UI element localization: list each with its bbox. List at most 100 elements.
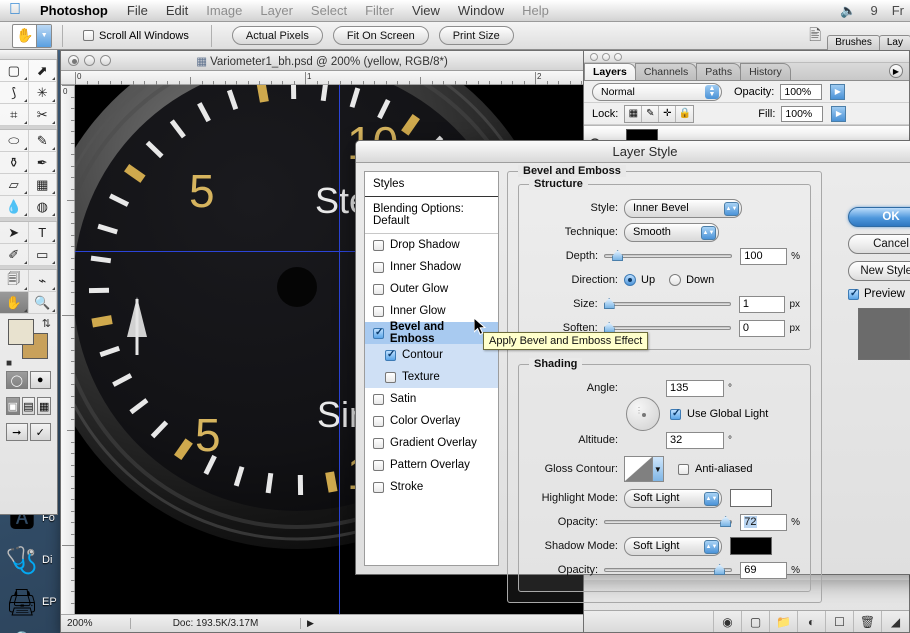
color-overlay-checkbox[interactable] <box>373 416 384 427</box>
rectangular-marquee-tool[interactable]: ▢ <box>0 60 29 82</box>
blur-tool[interactable]: 💧 <box>0 196 29 218</box>
anti-aliased-checkbox[interactable] <box>678 464 689 475</box>
file-browser-icon[interactable]: 🖹 <box>803 26 827 50</box>
direction-down-radio[interactable] <box>669 274 681 286</box>
type-tool[interactable]: T <box>29 222 58 244</box>
healing-brush-tool[interactable]: ⬭ <box>0 130 29 152</box>
preview-option[interactable]: Preview <box>848 288 910 300</box>
style-item-outer-glow[interactable]: Outer Glow <box>365 278 498 300</box>
vertical-ruler[interactable]: 0 <box>61 85 75 614</box>
lock-transparency-icon[interactable]: ▦ <box>625 106 642 122</box>
foreground-color-swatch[interactable] <box>8 319 34 345</box>
history-brush-tool[interactable]: ✒ <box>29 152 58 174</box>
gradient-overlay-checkbox[interactable] <box>373 438 384 449</box>
delete-layer-icon[interactable]: 🗑 <box>853 611 881 632</box>
size-input[interactable]: 1 <box>739 296 786 313</box>
satin-checkbox[interactable] <box>373 394 384 405</box>
swap-colors-icon[interactable]: ⇅ <box>42 317 51 330</box>
minimize-button[interactable] <box>602 53 610 61</box>
stepper-icon[interactable]: ▲▼ <box>704 540 719 554</box>
style-item-color-overlay[interactable]: Color Overlay <box>365 410 498 432</box>
drop-shadow-checkbox[interactable] <box>373 240 384 251</box>
altitude-input[interactable]: 32 <box>666 432 724 449</box>
horizontal-ruler[interactable]: 0 1 2 <box>61 71 583 85</box>
default-colors-icon[interactable]: ■ <box>6 358 12 369</box>
angle-dial[interactable]: ⋮ <box>626 397 660 431</box>
palette-well-tab-brushes[interactable]: Brushes <box>827 35 880 50</box>
status-menu-arrow-icon[interactable]: ▶ <box>301 618 320 629</box>
menu-layer[interactable]: Layer <box>251 3 302 18</box>
gloss-contour-picker[interactable]: ▼ <box>624 456 664 482</box>
direction-up-radio[interactable] <box>624 274 636 286</box>
layer-style-icon[interactable]: ◉ <box>713 611 741 632</box>
palette-well-tab-layers[interactable]: Lay <box>879 35 910 50</box>
eraser-tool[interactable]: ▱ <box>0 174 29 196</box>
lock-image-icon[interactable]: ✎ <box>642 106 659 122</box>
tab-paths[interactable]: Paths <box>696 63 741 80</box>
shadow-color-swatch[interactable] <box>730 537 772 555</box>
stepper-icon[interactable]: ▲▼ <box>705 85 719 99</box>
inner-glow-checkbox[interactable] <box>373 306 384 317</box>
styles-list[interactable]: Styles Blending Options: Default Drop Sh… <box>364 171 499 566</box>
opacity-input[interactable]: 100% <box>780 84 822 100</box>
menu-select[interactable]: Select <box>302 3 356 18</box>
highlight-mode-select[interactable]: Soft Light ▲▼ <box>624 489 722 508</box>
zoom-level-field[interactable]: 200% <box>61 618 131 629</box>
menu-window[interactable]: Window <box>449 3 513 18</box>
menu-view[interactable]: View <box>403 3 449 18</box>
zoom-button[interactable] <box>614 53 622 61</box>
menu-help[interactable]: Help <box>513 3 558 18</box>
technique-select[interactable]: Smooth ▲▼ <box>624 223 719 242</box>
clone-stamp-tool[interactable]: ⚱ <box>0 152 29 174</box>
hand-tool[interactable]: ✋ <box>0 292 29 314</box>
opacity-slider-arrow-icon[interactable]: ▶ <box>830 84 845 100</box>
texture-checkbox[interactable] <box>385 372 396 383</box>
shadow-mode-select[interactable]: Soft Light ▲▼ <box>624 537 722 556</box>
magic-wand-tool[interactable]: ✳ <box>29 82 58 104</box>
angle-input[interactable]: 135 <box>666 380 724 397</box>
new-group-icon[interactable]: 📁 <box>769 611 797 632</box>
bevel-and-emboss-checkbox[interactable] <box>373 328 384 339</box>
size-slider[interactable] <box>604 297 731 311</box>
stepper-icon[interactable]: ▲▼ <box>704 492 719 506</box>
standard-screen-mode-button[interactable]: ▣ <box>6 397 20 415</box>
full-screen-mode-button[interactable]: ▦ <box>37 397 51 415</box>
apple-logo-icon[interactable]:  <box>0 2 30 20</box>
gradient-tool[interactable]: ▦ <box>29 174 58 196</box>
use-global-light-checkbox[interactable] <box>670 409 681 420</box>
toolbox-drag-handle[interactable] <box>0 50 57 60</box>
new-style-button[interactable]: New Style... <box>848 261 910 281</box>
depth-input[interactable]: 100 <box>740 248 787 265</box>
style-item-contour[interactable]: Contour <box>365 344 498 366</box>
highlight-opacity-input[interactable]: 72 <box>740 514 787 531</box>
move-tool[interactable]: ⬈ <box>29 60 58 82</box>
lock-all-icon[interactable]: 🔒 <box>676 106 693 122</box>
menu-edit[interactable]: Edit <box>157 3 197 18</box>
slider-knob[interactable] <box>604 298 615 309</box>
style-item-gradient-overlay[interactable]: Gradient Overlay <box>365 432 498 454</box>
path-selection-tool[interactable]: ➤ <box>0 222 29 244</box>
brush-tool[interactable]: ✎ <box>29 130 58 152</box>
standard-mask-mode-button[interactable]: ◯ <box>6 371 28 389</box>
stroke-checkbox[interactable] <box>373 482 384 493</box>
crop-tool[interactable]: ⌗ <box>0 104 29 126</box>
preview-checkbox[interactable] <box>848 289 859 300</box>
fit-on-screen-button[interactable]: Fit On Screen <box>333 26 429 45</box>
dialog-title-bar[interactable]: Layer Style <box>356 141 910 163</box>
notes-tool[interactable]: 🗐 <box>0 270 29 292</box>
outer-glow-checkbox[interactable] <box>373 284 384 295</box>
close-button[interactable] <box>590 53 598 61</box>
slider-knob[interactable] <box>612 250 623 261</box>
highlight-opacity-slider[interactable] <box>604 515 732 529</box>
blending-options-item[interactable]: Blending Options: Default <box>365 197 498 234</box>
rounded-rectangle-tool[interactable]: ▭ <box>29 244 58 266</box>
styles-list-header[interactable]: Styles <box>365 172 498 197</box>
tab-layers[interactable]: Layers <box>584 63 636 80</box>
contour-checkbox[interactable] <box>385 350 396 361</box>
chevron-down-icon[interactable]: ▼ <box>652 457 663 481</box>
style-item-stroke[interactable]: Stroke <box>365 476 498 498</box>
cancel-button[interactable]: Cancel <box>848 234 910 254</box>
stepper-icon[interactable]: ▲▼ <box>724 202 739 216</box>
imageready-icon[interactable]: ✓ <box>30 423 52 441</box>
quick-mask-mode-button[interactable]: ● <box>30 371 52 389</box>
